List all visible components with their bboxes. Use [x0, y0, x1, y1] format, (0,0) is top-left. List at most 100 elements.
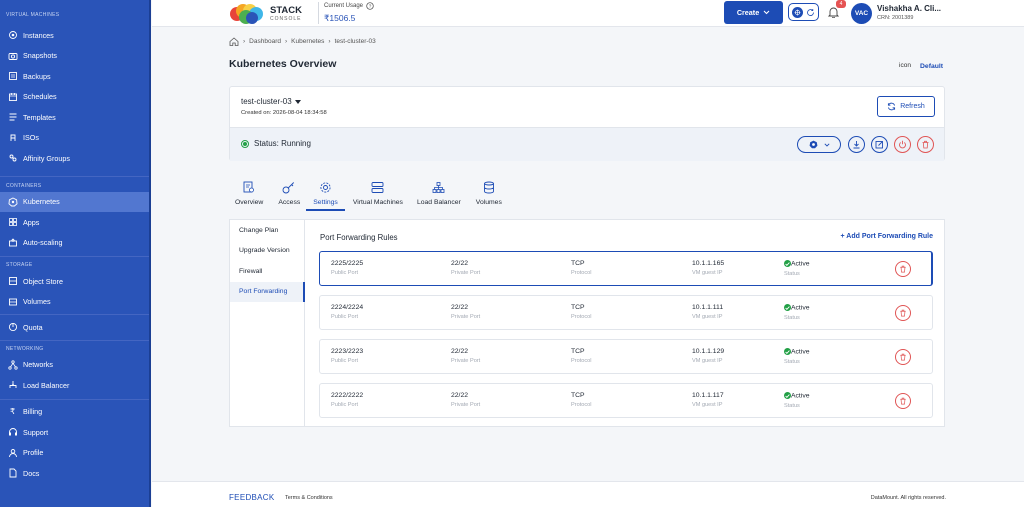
terms-link[interactable]: Terms & Conditions [285, 495, 333, 501]
edit-button[interactable] [871, 136, 888, 153]
sidebar-item-load-balancer[interactable]: Load Balancer [0, 375, 151, 396]
sidebar-item-label: Backups [23, 71, 51, 81]
sidebar-item-profile[interactable]: Profile [0, 443, 151, 464]
sidebar-item-kubernetes[interactable]: Kubernetes [0, 191, 151, 212]
delete-rule-button[interactable] [895, 261, 911, 277]
stack-console-logo[interactable]: STACK CONSOLE [229, 3, 302, 25]
breadcrumb: › Dashboard › Kubernetes › test-cluster-… [229, 37, 376, 46]
kubernetes-actions-dropdown[interactable] [797, 136, 841, 153]
tab-settings[interactable]: Settings [306, 175, 345, 211]
download-button[interactable] [848, 136, 865, 153]
sidebar-item-support[interactable]: Support [0, 422, 151, 443]
sidebar-item-docs[interactable]: Docs [0, 463, 151, 484]
sidebar-item-billing[interactable]: ₹ Billing [0, 402, 151, 423]
settings-menu-firewall[interactable]: Firewall [230, 261, 304, 282]
sidebar-item-quota[interactable]: Quota [0, 317, 151, 338]
tab-virtual-machines[interactable]: Virtual Machines [345, 175, 409, 211]
tab-access[interactable]: Access [269, 175, 306, 211]
logo-text: STACK [270, 5, 303, 17]
kubernetes-icon [7, 196, 18, 207]
port-forwarding-title: Port Forwarding Rules [320, 233, 398, 242]
sidebar-item-isos[interactable]: ISOs [0, 128, 151, 149]
tab-load-balancer[interactable]: Load Balancer [409, 175, 468, 211]
trash-icon [900, 265, 906, 273]
sidebar-item-label: Instances [23, 30, 54, 40]
cluster-name: test-cluster-03 [241, 97, 292, 106]
sidebar-item-affinity-groups[interactable]: Affinity Groups [0, 148, 151, 169]
help-icon[interactable]: ? [366, 2, 374, 10]
breadcrumb-dashboard[interactable]: Dashboard [249, 38, 281, 45]
sidebar-item-templates[interactable]: Templates [0, 107, 151, 128]
sidebar-item-networks[interactable]: Networks [0, 355, 151, 376]
stack-logo-icon [230, 4, 263, 24]
settings-menu-upgrade-version[interactable]: Upgrade Version [230, 241, 304, 262]
private-port-value: 22/22 [451, 260, 469, 267]
section-storage: STORAGE [6, 262, 33, 268]
default-project-link[interactable]: Default [920, 63, 943, 70]
chevron-right-icon: › [284, 38, 288, 45]
protocol-value: TCP [571, 348, 585, 355]
port-forwarding-row[interactable]: 2225/2225 Public Port 22/22 Private Port T… [319, 251, 933, 286]
create-button[interactable]: Create [724, 1, 783, 24]
affinity-icon [7, 153, 18, 164]
settings-gear-icon [320, 181, 331, 193]
public-port-value: 2225/2225 [331, 260, 364, 267]
sidebar-item-object-store[interactable]: Object Store [0, 271, 151, 292]
broken-image-icon: icon [899, 62, 911, 69]
cluster-selector[interactable]: test-cluster-03 [241, 97, 301, 106]
volumes-tab-icon [483, 181, 494, 193]
sidebar-item-label: Load Balancer [23, 380, 70, 390]
sidebar-item-instances[interactable]: Instances [0, 25, 151, 46]
delete-rule-button[interactable] [895, 305, 911, 321]
status-value: Active [791, 304, 810, 312]
sidebar-item-backups[interactable]: Backups [0, 66, 151, 87]
home-icon[interactable] [229, 37, 239, 46]
port-forwarding-row[interactable]: 2223/2223 Public Port 22/22 Private Port T… [319, 339, 933, 374]
sidebar-scrollbar[interactable] [149, 0, 151, 507]
avatar[interactable]: VAC [851, 3, 872, 24]
sidebar-item-label: Object Store [23, 276, 63, 286]
sidebar-item-apps[interactable]: Apps [0, 212, 151, 233]
vm-ip-label: VM guest IP [692, 402, 723, 408]
user-info[interactable]: Vishakha A. Cli... CRN: 2001389 [877, 4, 941, 21]
port-forwarding-row[interactable]: 2222/2222 Public Port 22/22 Private Port T… [319, 383, 933, 418]
settings-menu-change-plan[interactable]: Change Plan [230, 220, 304, 241]
tab-overview[interactable]: Overview [229, 175, 269, 211]
download-icon [853, 141, 860, 149]
instances-icon [7, 30, 18, 41]
server-icon [371, 181, 384, 193]
caret-down-icon [294, 99, 301, 104]
refresh-button[interactable]: Refresh [877, 96, 935, 117]
sidebar-divider [0, 175, 151, 177]
sidebar-item-snapshots[interactable]: Snapshots [0, 46, 151, 67]
autoscaling-icon [7, 237, 18, 248]
sidebar-item-label: ISOs [23, 133, 39, 143]
check-circle-icon [784, 348, 791, 355]
check-circle-icon [784, 304, 791, 311]
public-port-label: Public Port [331, 358, 359, 364]
power-button[interactable] [894, 136, 911, 153]
settings-menu-port-forwarding[interactable]: Port Forwarding [230, 281, 305, 302]
breadcrumb-kubernetes[interactable]: Kubernetes [291, 38, 324, 45]
refresh-label: Refresh [900, 103, 925, 110]
tab-volumes[interactable]: Volumes [468, 175, 508, 211]
feedback-link[interactable]: FEEDBACK [229, 493, 275, 502]
sidebar-item-volumes[interactable]: Volumes [0, 292, 151, 313]
public-port-value: 2222/2222 [331, 392, 364, 399]
volumes-icon [7, 296, 18, 307]
port-forwarding-row[interactable]: 2224/2224 Public Port 22/22 Private Port T… [319, 295, 933, 330]
sidebar-item-auto-scaling[interactable]: Auto-scaling [0, 233, 151, 254]
delete-rule-button[interactable] [895, 393, 911, 409]
delete-rule-button[interactable] [895, 349, 911, 365]
sidebar-item-label: Templates [23, 112, 56, 122]
sidebar-item-schedules[interactable]: Schedules [0, 87, 151, 108]
status-value: Active [791, 348, 810, 356]
status-value: Active [791, 392, 810, 400]
helm-icon [792, 6, 804, 18]
delete-cluster-button[interactable] [917, 136, 934, 153]
add-port-forwarding-rule-button[interactable]: + Add Port Forwarding Rule [841, 233, 934, 240]
protocol-label: Protocol [571, 314, 592, 320]
apps-icon [7, 217, 18, 228]
theme-toggle[interactable] [788, 3, 819, 21]
private-port-label: Private Port [451, 402, 481, 408]
